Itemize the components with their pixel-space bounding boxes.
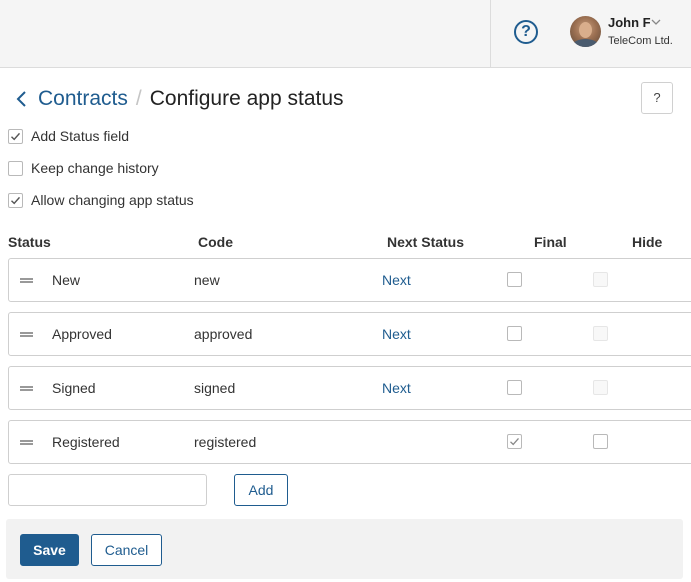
status-name[interactable]: New — [52, 272, 80, 288]
avatar-face — [579, 22, 592, 38]
table-row: New new Next — [8, 258, 691, 302]
user-name[interactable]: John F — [608, 15, 651, 30]
status-name[interactable]: Approved — [52, 326, 112, 342]
top-bar: ? John F TeleCom Ltd. — [0, 0, 691, 68]
hide-checkbox — [593, 272, 608, 287]
option-add-status-field[interactable]: Add Status field — [8, 127, 129, 145]
column-header-code: Code — [198, 234, 233, 250]
next-status-link[interactable]: Next — [382, 326, 411, 342]
column-header-final: Final — [534, 234, 567, 250]
final-checkbox[interactable] — [507, 272, 522, 287]
hide-checkbox — [593, 326, 608, 341]
status-code: registered — [194, 434, 257, 450]
status-code: new — [194, 272, 220, 288]
next-status-link[interactable]: Next — [382, 380, 411, 396]
final-checkbox[interactable] — [507, 380, 522, 395]
back-arrow-icon[interactable] — [14, 89, 28, 109]
cancel-button[interactable]: Cancel — [91, 534, 162, 566]
help-icon[interactable]: ? — [514, 20, 538, 44]
avatar[interactable] — [570, 16, 601, 47]
page-help-button[interactable]: ? — [641, 82, 673, 114]
option-keep-change-history[interactable]: Keep change history — [8, 159, 159, 177]
status-code: signed — [194, 380, 236, 396]
drag-handle-icon[interactable] — [20, 278, 33, 283]
table-row: Signed signed Next — [8, 366, 691, 410]
option-allow-changing-status[interactable]: Allow changing app status — [8, 191, 194, 209]
breadcrumb-contracts-link[interactable]: Contracts — [38, 87, 128, 111]
next-status-link[interactable]: Next — [382, 272, 411, 288]
footer-bar: Save Cancel — [6, 519, 683, 579]
save-button[interactable]: Save — [20, 534, 79, 566]
breadcrumb-separator: / — [135, 87, 142, 110]
drag-handle-icon[interactable] — [20, 386, 33, 391]
column-header-next-status: Next Status — [387, 234, 465, 250]
keep-change-history-label: Keep change history — [31, 160, 159, 176]
final-checkbox[interactable] — [507, 434, 522, 449]
hide-checkbox[interactable] — [593, 434, 608, 449]
drag-handle-icon[interactable] — [20, 440, 33, 445]
table-row: Approved approved Next — [8, 312, 691, 356]
allow-changing-status-label: Allow changing app status — [31, 192, 194, 208]
chevron-down-icon[interactable] — [651, 17, 661, 27]
top-bar-divider — [490, 0, 491, 67]
status-code: approved — [194, 326, 253, 342]
column-header-status: Status — [8, 234, 51, 250]
add-status-button[interactable]: Add — [234, 474, 288, 506]
status-name[interactable]: Registered — [52, 434, 120, 450]
allow-changing-status-checkbox[interactable] — [8, 192, 23, 208]
hide-checkbox — [593, 380, 608, 395]
drag-handle-icon[interactable] — [20, 332, 33, 337]
user-company: TeleCom Ltd. — [608, 35, 673, 47]
add-status-field-label: Add Status field — [31, 128, 130, 144]
new-status-input[interactable] — [8, 474, 207, 506]
column-header-hide: Hide — [632, 234, 663, 250]
table-row: Registered registered — [8, 420, 691, 464]
keep-change-history-checkbox[interactable] — [8, 160, 23, 176]
avatar-shirt — [573, 39, 598, 47]
add-status-field-checkbox[interactable] — [8, 128, 23, 144]
status-name[interactable]: Signed — [52, 380, 96, 396]
page-title: Configure app status — [149, 87, 344, 110]
breadcrumb: Contracts / Configure app status — [14, 86, 344, 112]
final-checkbox[interactable] — [507, 326, 522, 341]
